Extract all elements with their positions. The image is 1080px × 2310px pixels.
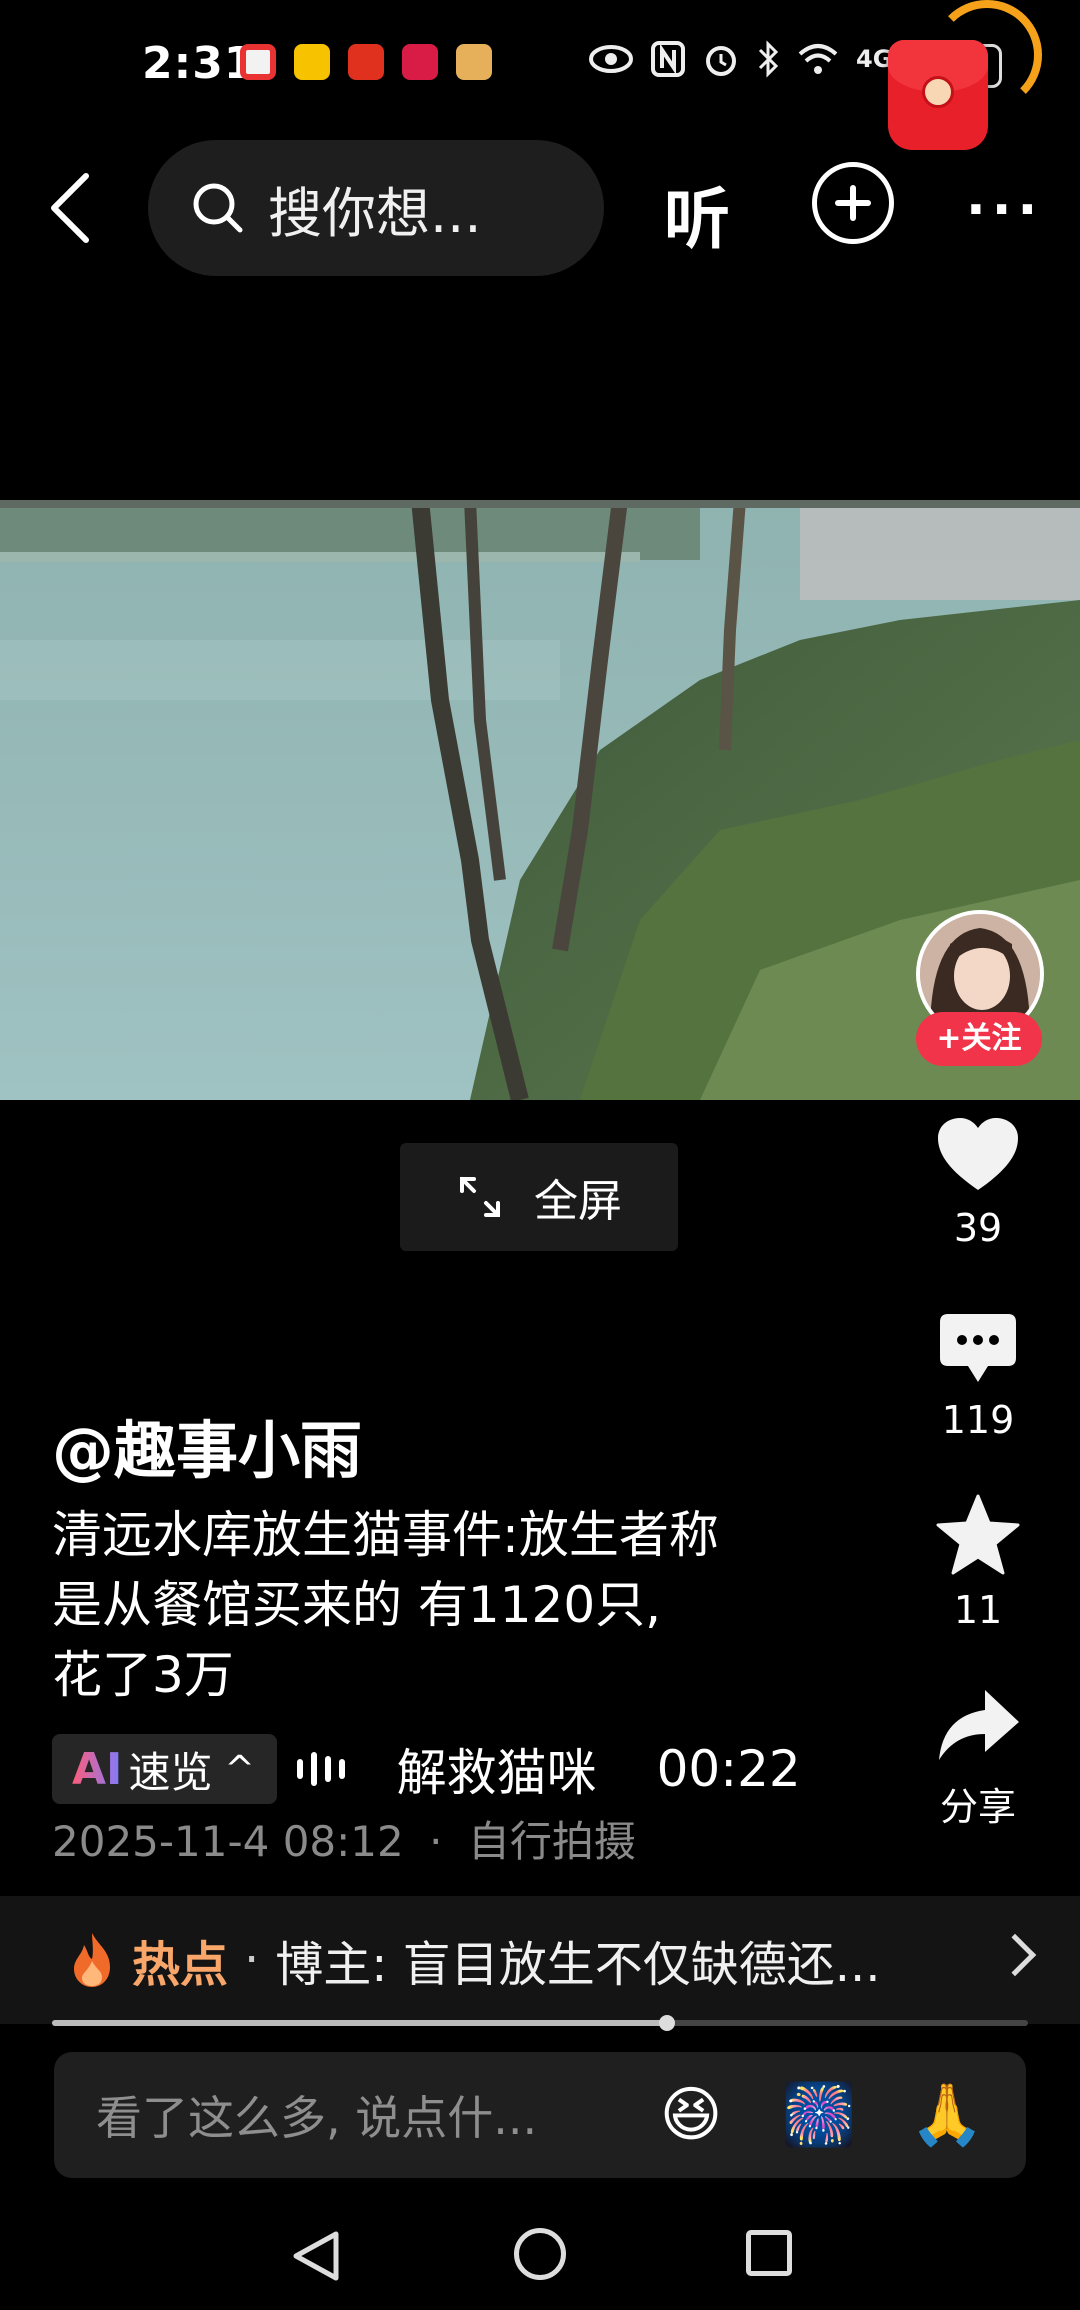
wifi-icon	[798, 44, 838, 74]
meta-separator: ·	[429, 1817, 443, 1866]
network-type: 4G	[856, 45, 893, 73]
weibo-icon	[294, 44, 330, 80]
comment-action[interactable]: 119	[920, 1312, 1036, 1442]
fullscreen-button[interactable]: 全屏	[400, 1143, 678, 1251]
top-nav: 搜你想... 听 ···	[0, 140, 1080, 276]
ai-summary-label: 速览	[128, 1747, 213, 1797]
expand-icon	[460, 1177, 500, 1217]
fireworks-emoji-button[interactable]: 🎆	[780, 2076, 858, 2154]
ai-duration: 00:22	[656, 1740, 801, 1798]
progress-fill	[52, 2020, 667, 2026]
notification-icons	[240, 44, 492, 80]
comment-placeholder: 看了这么多, 说点什...	[96, 2091, 538, 2145]
fire-icon	[74, 1933, 110, 1987]
search-query: 搜你想...	[268, 181, 482, 245]
audio-wave-icon	[296, 1752, 345, 1786]
comment-count: 119	[941, 1398, 1015, 1442]
post-meta: 2025-11-4 08:12 · 自行拍摄	[52, 1808, 636, 1869]
author-name[interactable]: @趣事小雨	[52, 1400, 362, 1490]
share-icon	[939, 1690, 1019, 1760]
alarm-icon	[706, 46, 736, 76]
hot-text: 博主: 盲目放生不仅缺德还...	[275, 1937, 881, 1993]
status-bar: 2:31 4G 20	[0, 0, 1080, 150]
ai-summary-row: AI 速览 ^ 解救猫咪 00:22	[52, 1734, 801, 1804]
shopping-app-icon	[402, 44, 438, 80]
back-arrow-icon	[51, 173, 89, 243]
system-nav-bar	[0, 2200, 1080, 2310]
post-date: 2025-11-4 08:12	[52, 1817, 404, 1866]
fullscreen-label: 全屏	[534, 1176, 622, 1227]
pray-emoji-button[interactable]: 🙏	[908, 2076, 986, 2154]
heart-icon	[938, 1118, 1018, 1190]
caption-line: 花了3万	[52, 1646, 234, 1704]
listen-button[interactable]: 听	[664, 166, 730, 262]
red-envelope-app-icon	[348, 44, 384, 80]
favorite-count: 11	[953, 1588, 1003, 1632]
red-app-icon	[240, 44, 276, 80]
video-player[interactable]	[0, 500, 1080, 1100]
like-count: 39	[953, 1206, 1003, 1250]
nav-back-icon[interactable]	[290, 2228, 342, 2284]
progress-thumb[interactable]	[658, 2015, 675, 2031]
add-icon[interactable]	[812, 162, 894, 244]
chevron-up-icon: ^	[224, 1748, 255, 1790]
hot-topic-bar[interactable]: 热点 · 博主: 盲目放生不仅缺德还...	[0, 1896, 1080, 2024]
search-icon	[193, 183, 243, 233]
chevron-right-icon	[993, 1933, 1037, 1977]
nav-home-icon[interactable]	[514, 2228, 566, 2280]
follow-button[interactable]: +关注	[916, 1012, 1042, 1066]
eye-icon	[589, 45, 633, 73]
ai-summary-button[interactable]: AI 速览 ^	[52, 1734, 277, 1804]
star-icon	[936, 1494, 1020, 1575]
video-progress-bar[interactable]	[52, 2015, 1028, 2031]
post-source: 自行拍摄	[467, 1817, 636, 1866]
favorite-action[interactable]: 11	[920, 1494, 1036, 1632]
back-button[interactable]	[30, 164, 110, 252]
red-packet-clasp	[922, 76, 954, 108]
comment-icon	[940, 1314, 1016, 1382]
hot-label: 热点	[132, 1937, 229, 1993]
status-time: 2:31	[142, 38, 256, 89]
ai-logo: AI	[72, 1743, 123, 1795]
video-frame	[0, 500, 1080, 1100]
comment-input[interactable]: 看了这么多, 说点什...	[54, 2052, 1026, 2178]
caption-line: 是从餐馆买来的 有1120只,	[52, 1576, 662, 1634]
bluetooth-icon	[758, 40, 779, 78]
caption-line: 清远水库放生猫事件:放生者称	[52, 1506, 719, 1564]
nfc-icon	[651, 41, 685, 77]
search-input[interactable]: 搜你想...	[148, 140, 604, 276]
share-action[interactable]: 分享	[920, 1686, 1036, 1831]
like-action[interactable]: 39	[920, 1116, 1036, 1250]
status-indicators: 4G	[588, 40, 892, 78]
more-button[interactable]: ···	[966, 180, 1043, 240]
ai-topic[interactable]: 解救猫咪	[397, 1733, 597, 1805]
hot-separator: ·	[244, 1932, 260, 1988]
video-app-icon	[456, 44, 492, 80]
red-packet-icon[interactable]	[888, 40, 988, 150]
nav-recent-icon[interactable]	[746, 2230, 792, 2276]
share-label: 分享	[939, 1785, 1016, 1829]
laughing-emoji-button[interactable]: 😆	[652, 2076, 730, 2154]
post-caption: 清远水库放生猫事件:放生者称 是从餐馆买来的 有1120只, 花了3万	[52, 1500, 832, 1710]
